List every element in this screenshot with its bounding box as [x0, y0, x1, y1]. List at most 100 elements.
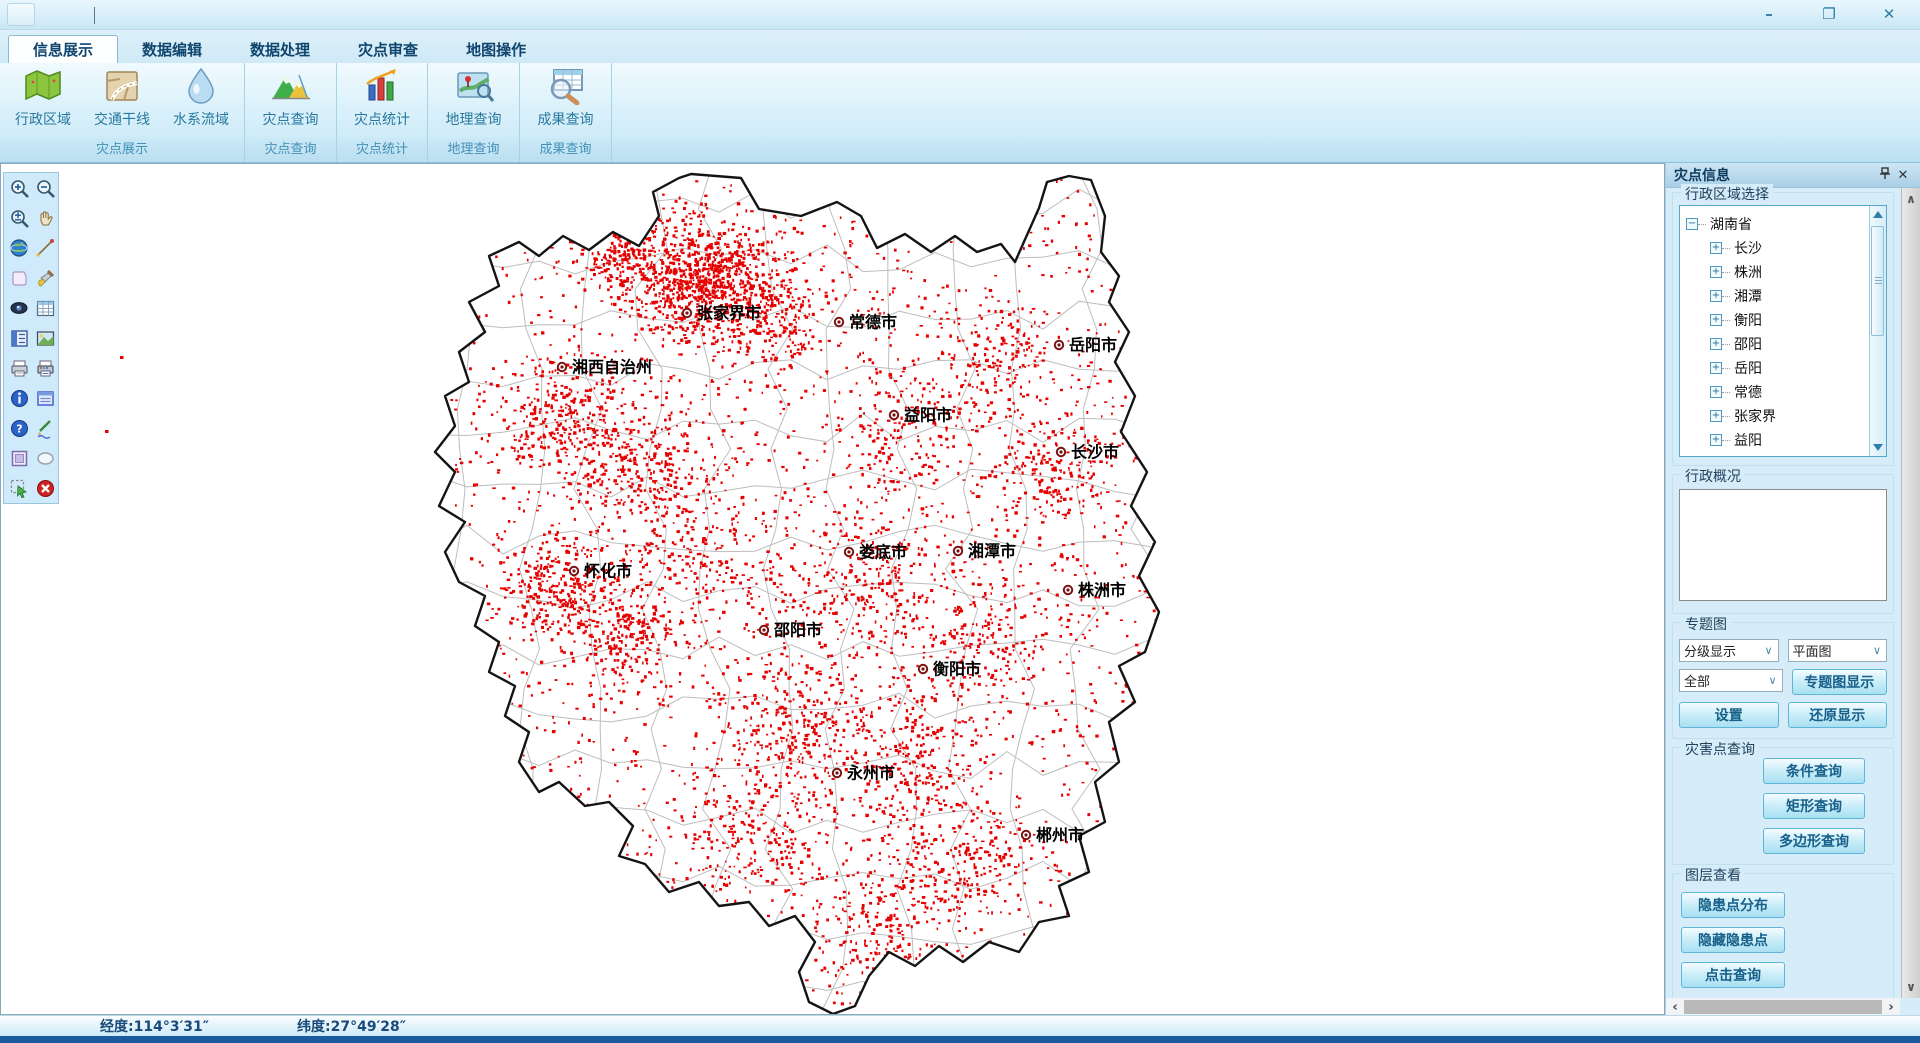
- tree-node-label[interactable]: 湖南省: [1706, 214, 1752, 234]
- layer-view-title: 图层查看: [1681, 865, 1745, 885]
- map-canvas[interactable]: 张家界市常德市岳阳市湘西自治州益阳市长沙市娄底市湘潭市怀化市株洲市邵阳市衡阳市永…: [0, 163, 1665, 1015]
- panel-horizontal-scrollbar[interactable]: ‹ ›: [1666, 998, 1900, 1016]
- eye-refresh-icon[interactable]: [7, 297, 31, 319]
- tab-1[interactable]: 信息展示: [8, 35, 118, 63]
- disaster-query-2-button[interactable]: 矩形查询: [1763, 793, 1865, 819]
- tree-node-5[interactable]: + 邵阳: [1686, 332, 1864, 356]
- tree-expand-icon[interactable]: +: [1710, 362, 1722, 374]
- close-button[interactable]: ✕: [1876, 2, 1902, 26]
- select-features-icon[interactable]: [7, 477, 31, 499]
- tree-node-label[interactable]: 郴州: [1730, 454, 1762, 457]
- tree-expand-icon[interactable]: +: [1710, 242, 1722, 254]
- globe-icon[interactable]: [7, 237, 31, 259]
- overview-map-icon[interactable]: [33, 327, 57, 349]
- brush-icon[interactable]: [33, 267, 57, 289]
- scroll-right-icon[interactable]: ›: [1882, 1000, 1900, 1015]
- restore-display-button[interactable]: 还原显示: [1788, 702, 1888, 728]
- geo-query-button[interactable]: 地理查询: [434, 66, 513, 138]
- tree-node-label[interactable]: 湘潭: [1730, 286, 1762, 306]
- print-color-icon[interactable]: [33, 357, 57, 379]
- traffic-line-button[interactable]: 交通干线: [83, 66, 162, 138]
- tab-4[interactable]: 灾点审查: [334, 35, 442, 63]
- tree-node-2[interactable]: + 株洲: [1686, 260, 1864, 284]
- panel-vertical-scrollbar[interactable]: ∧ ∨: [1901, 188, 1920, 998]
- tree-node-1[interactable]: + 长沙: [1686, 236, 1864, 260]
- tree-scrollbar[interactable]: [1869, 206, 1886, 456]
- tree-node-6[interactable]: + 岳阳: [1686, 356, 1864, 380]
- pan-hand-icon[interactable]: [33, 207, 57, 229]
- tree-node-8[interactable]: + 张家界: [1686, 404, 1864, 428]
- scroll-up-icon[interactable]: ∧: [1902, 190, 1920, 208]
- zoom-in-icon[interactable]: [7, 177, 31, 199]
- layer-view-1-button[interactable]: 隐患点分布: [1681, 892, 1785, 918]
- legend-panel-icon[interactable]: [7, 327, 31, 349]
- tree-expand-icon[interactable]: +: [1710, 290, 1722, 302]
- help-icon[interactable]: ?: [7, 417, 31, 439]
- tree-expand-icon[interactable]: +: [1710, 314, 1722, 326]
- disaster-stat-button[interactable]: 灾点统计: [343, 66, 422, 138]
- hunan-province-map[interactable]: 张家界市常德市岳阳市湘西自治州益阳市长沙市娄底市湘潭市怀化市株洲市邵阳市衡阳市永…: [1, 164, 1664, 1014]
- tree-node-3[interactable]: + 湘潭: [1686, 284, 1864, 308]
- scrollbar-thumb[interactable]: [1871, 226, 1884, 336]
- tree-node-label[interactable]: 张家界: [1730, 406, 1776, 426]
- quick-access-toolbar[interactable]: [7, 3, 35, 26]
- region-tree[interactable]: −湖南省 + 长沙 + 株洲 + 湘潭 + 衡阳 + 邵阳 + 岳阳 + 常德 + 张家界 + 益阳 +郴州: [1679, 205, 1887, 457]
- tab-3[interactable]: 数据处理: [226, 35, 334, 63]
- panel-close-icon[interactable]: ✕: [1894, 168, 1912, 183]
- thematic-mode-select[interactable]: 分级显示 ∨: [1679, 639, 1779, 662]
- info-icon[interactable]: [7, 387, 31, 409]
- tree-node-10[interactable]: +郴州: [1686, 452, 1864, 457]
- tree-node-label[interactable]: 常德: [1730, 382, 1762, 402]
- layer-view-2-button[interactable]: 隐藏隐患点: [1681, 927, 1785, 953]
- thematic-show-button[interactable]: 专题图显示: [1792, 669, 1888, 695]
- tree-node-label[interactable]: 株洲: [1730, 262, 1762, 282]
- sketch-pencil-icon[interactable]: [33, 417, 57, 439]
- tree-node-label[interactable]: 益阳: [1730, 430, 1762, 450]
- overview-textarea[interactable]: [1679, 489, 1887, 601]
- clear-shape-icon[interactable]: [7, 267, 31, 289]
- tree-expand-icon[interactable]: +: [1710, 386, 1722, 398]
- tree-node-root[interactable]: −湖南省: [1686, 212, 1864, 236]
- tree-collapse-icon[interactable]: −: [1686, 218, 1698, 230]
- attribute-table-icon[interactable]: [33, 297, 57, 319]
- tree-expand-icon[interactable]: +: [1710, 266, 1722, 278]
- tree-node-label[interactable]: 邵阳: [1730, 334, 1762, 354]
- tree-node-label[interactable]: 衡阳: [1730, 310, 1762, 330]
- tree-node-label[interactable]: 长沙: [1730, 238, 1762, 258]
- scroll-left-icon[interactable]: ‹: [1666, 1000, 1684, 1015]
- print-icon[interactable]: [7, 357, 31, 379]
- tree-expand-icon[interactable]: +: [1710, 434, 1722, 446]
- water-basin-button[interactable]: 水系流域: [162, 66, 241, 138]
- layer-view-3-button[interactable]: 点击查询: [1681, 962, 1785, 988]
- measure-line-icon[interactable]: [33, 237, 57, 259]
- restore-button[interactable]: ❐: [1816, 2, 1842, 26]
- tree-node-4[interactable]: + 衡阳: [1686, 308, 1864, 332]
- scrollbar-thumb[interactable]: [1684, 1000, 1882, 1014]
- disaster-query-button[interactable]: 灾点查询: [251, 66, 330, 138]
- zoom-out-icon[interactable]: [33, 177, 57, 199]
- minimize-button[interactable]: –: [1756, 2, 1782, 26]
- thematic-type-select[interactable]: 平面图 ∨: [1788, 639, 1888, 662]
- scroll-down-icon[interactable]: [1873, 444, 1883, 451]
- admin-region-button[interactable]: 行政区域: [4, 66, 83, 138]
- settings-button[interactable]: 设置: [1679, 702, 1779, 728]
- tree-node-9[interactable]: + 益阳: [1686, 428, 1864, 452]
- disaster-query-1-button[interactable]: 条件查询: [1763, 758, 1865, 784]
- tab-5[interactable]: 地图操作: [442, 35, 550, 63]
- scroll-down-icon[interactable]: ∨: [1902, 978, 1920, 996]
- tree-node-7[interactable]: + 常德: [1686, 380, 1864, 404]
- tab-2[interactable]: 数据编辑: [118, 35, 226, 63]
- tree-expand-icon[interactable]: +: [1710, 410, 1722, 422]
- zoom-extent-icon[interactable]: [7, 207, 31, 229]
- tree-expand-icon[interactable]: +: [1710, 338, 1722, 350]
- close-red-icon[interactable]: [33, 477, 57, 499]
- disaster-query-3-button[interactable]: 多边形查询: [1763, 828, 1865, 854]
- thematic-scope-select[interactable]: 全部 ∨: [1679, 669, 1783, 692]
- ellipse-icon[interactable]: [33, 447, 57, 469]
- scroll-up-icon[interactable]: [1873, 211, 1883, 218]
- window-panel-icon[interactable]: [33, 387, 57, 409]
- tree-node-label[interactable]: 岳阳: [1730, 358, 1762, 378]
- frame-icon[interactable]: [7, 447, 31, 469]
- pin-icon[interactable]: [1876, 167, 1894, 184]
- result-query-button[interactable]: 成果查询: [526, 66, 605, 138]
